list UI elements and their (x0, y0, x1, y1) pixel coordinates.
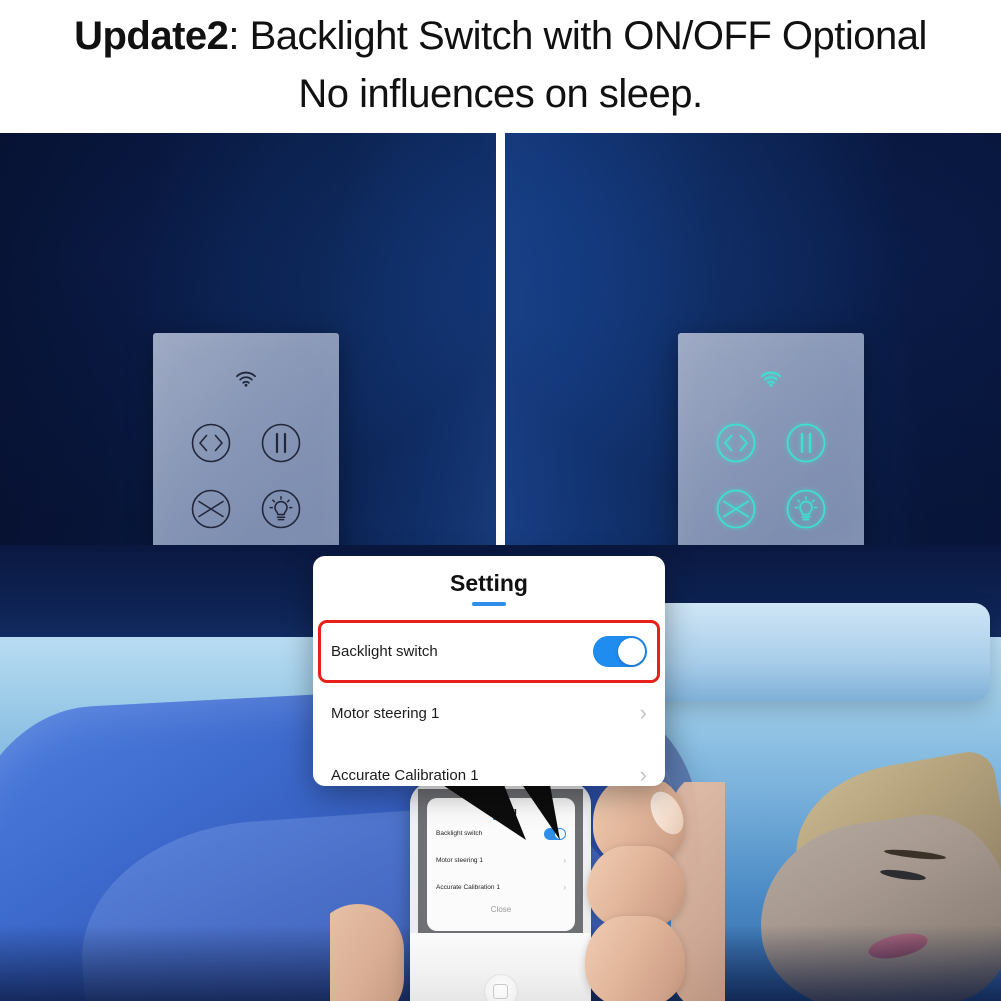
open-curtain-button[interactable] (714, 421, 758, 465)
phone-home-button[interactable] (483, 974, 518, 1001)
phone-device: Setting Backlight switch Motor steering … (410, 782, 591, 1001)
pause-button[interactable] (259, 421, 303, 465)
row-motor-steering[interactable]: Motor steering 1 › (313, 682, 665, 744)
phone-row-backlight-switch[interactable]: Backlight switch (427, 820, 575, 847)
header-line-1-rest: : Backlight Switch with ON/OFF Optional (228, 14, 927, 58)
setting-title: Setting (450, 570, 528, 596)
open-curtain-button[interactable] (189, 421, 233, 465)
row-label-accurate-calibration: Accurate Calibration 1 (331, 766, 479, 784)
finger (585, 916, 685, 1001)
header-update-label: Update2 (74, 14, 229, 58)
phone-row-label: Accurate Calibration 1 (436, 884, 500, 891)
pillow (610, 603, 990, 701)
switch-button-grid-on (678, 421, 864, 531)
phone-close-button[interactable]: Close (427, 905, 575, 914)
chevron-right-icon: › (639, 762, 647, 786)
row-label-motor-steering: Motor steering 1 (331, 704, 440, 722)
panel-backlight-off (0, 133, 496, 545)
wifi-icon (235, 371, 257, 392)
header-banner: Update2: Backlight Switch with ON/OFF Op… (0, 0, 1001, 133)
switch-plate-off (153, 333, 339, 545)
panel-divider (496, 133, 505, 545)
phone-screen[interactable]: Setting Backlight switch Motor steering … (418, 789, 583, 933)
phone-row-label: Motor steering 1 (436, 857, 483, 864)
highlight-outline-backlight-switch (318, 620, 660, 683)
holding-hand (575, 782, 725, 1001)
chevron-right-icon: › (563, 856, 566, 865)
header-line-1: Update2: Backlight Switch with ON/OFF Op… (74, 16, 927, 56)
close-curtain-button[interactable] (189, 487, 233, 531)
close-curtain-button[interactable] (714, 487, 758, 531)
light-bulb-button[interactable] (784, 487, 828, 531)
switch-button-grid-off (153, 421, 339, 531)
home-square-icon (493, 983, 508, 999)
phone-backlight-toggle[interactable] (544, 827, 566, 840)
switch-plate-on (678, 333, 864, 545)
supporting-hand (330, 900, 420, 1001)
phone-setting-title: Setting (485, 806, 517, 816)
row-accurate-calibration[interactable]: Accurate Calibration 1 › (313, 744, 665, 786)
finger (330, 904, 404, 1001)
comparison-photo-band (0, 133, 1001, 545)
chevron-right-icon: › (639, 700, 647, 725)
screenshot-root: Update2: Backlight Switch with ON/OFF Op… (0, 0, 1001, 1001)
header-line-2: No influences on sleep. (298, 72, 703, 116)
setting-title-underline (472, 602, 506, 606)
phone-row-label: Backlight switch (436, 830, 483, 837)
pause-button[interactable] (784, 421, 828, 465)
wifi-icon (760, 371, 782, 392)
chevron-right-icon: › (563, 883, 566, 892)
phone-setting-card: Setting Backlight switch Motor steering … (427, 798, 575, 931)
panel-backlight-on (505, 133, 1001, 545)
light-bulb-button[interactable] (259, 487, 303, 531)
phone-row-motor-steering[interactable]: Motor steering 1 › (427, 847, 575, 874)
phone-row-accurate-calibration[interactable]: Accurate Calibration 1 › (427, 874, 575, 901)
